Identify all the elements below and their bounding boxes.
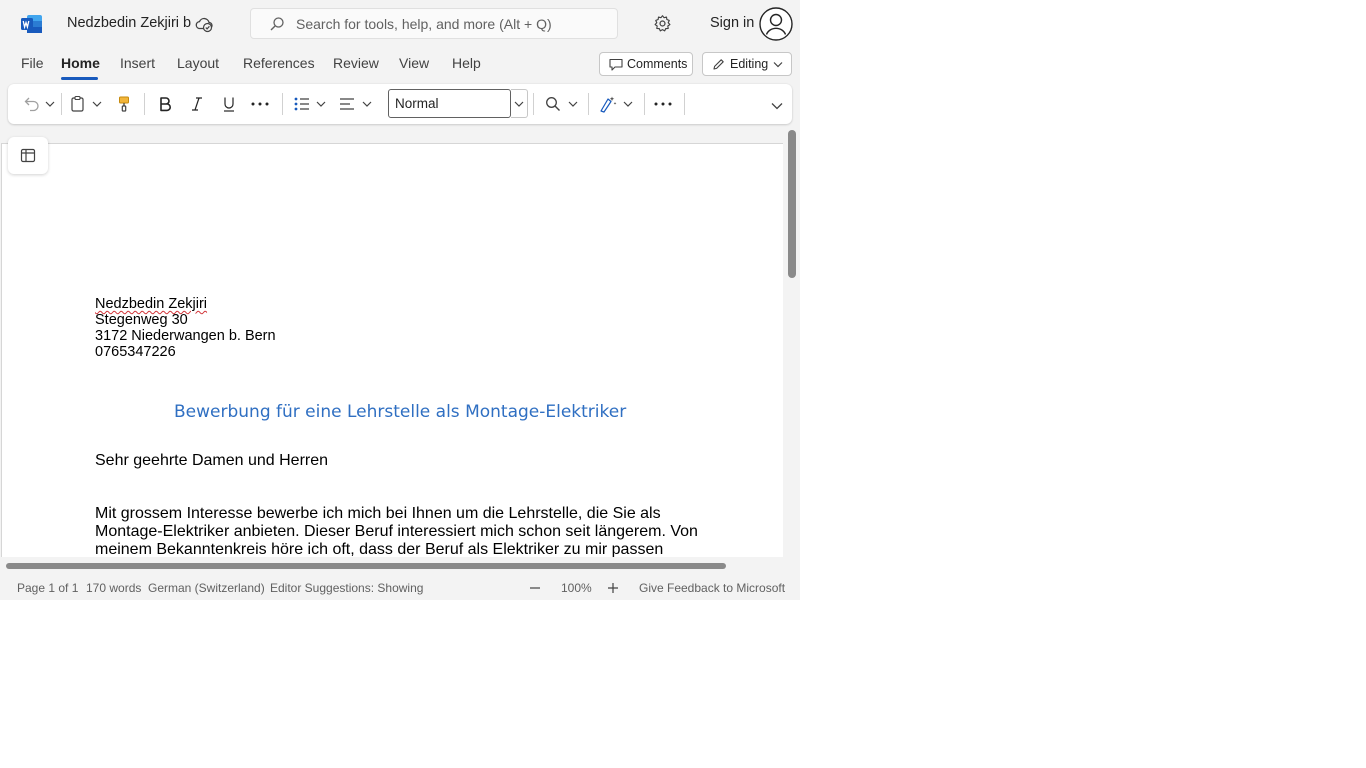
more-icon[interactable] (250, 95, 270, 113)
style-select[interactable]: Normal (388, 89, 511, 118)
editing-label: Editing (730, 57, 769, 71)
word-logo-icon[interactable] (21, 14, 43, 34)
document-heading[interactable]: Bewerbung für eine Lehrstelle als Montag… (174, 402, 626, 422)
tab-references[interactable]: References (243, 55, 315, 71)
minus-icon[interactable] (528, 581, 542, 595)
search-placeholder: Search for tools, help, and more (Alt + … (296, 16, 552, 32)
tab-file[interactable]: File (21, 55, 44, 71)
tab-home[interactable]: Home (61, 55, 100, 71)
chevron-down-icon[interactable] (623, 95, 633, 113)
ribbon-toolbar: Normal (8, 84, 792, 124)
avatar-icon[interactable] (759, 7, 793, 41)
format-painter-icon[interactable] (115, 95, 133, 113)
body-line[interactable]: meinem Bekanntenkreis höre ich oft, dass… (95, 541, 663, 557)
plus-icon[interactable] (606, 581, 620, 595)
document-title[interactable]: Nedzbedin Zekjiri b (67, 15, 191, 31)
chevron-down-icon[interactable] (316, 95, 326, 113)
address-line[interactable]: Stegenweg 30 (95, 312, 188, 328)
word-count[interactable]: 170 words (86, 581, 141, 595)
comments-button[interactable]: Comments (599, 52, 693, 76)
chevron-down-icon[interactable] (92, 95, 102, 113)
address-phone: 0765347226 (95, 344, 176, 360)
horizontal-scrollbar[interactable] (6, 563, 726, 569)
navigation-pane-button[interactable] (8, 137, 48, 174)
chevron-down-icon[interactable] (45, 95, 55, 113)
bold-icon[interactable] (156, 95, 174, 113)
address-line[interactable]: 3172 Niederwangen b. Bern (95, 328, 276, 344)
search-icon (270, 17, 284, 31)
word-app: Nedzbedin Zekjiri b Search for tools, he… (0, 0, 800, 600)
address-name: Nedzbedin Zekjiri (95, 296, 208, 312)
editor-suggestions[interactable]: Editor Suggestions: Showing (270, 581, 423, 595)
chevron-down-icon[interactable] (568, 95, 578, 113)
find-icon[interactable] (544, 95, 562, 113)
align-icon[interactable] (338, 95, 356, 113)
cloud-sync-icon[interactable] (194, 14, 214, 34)
gear-icon[interactable] (653, 14, 672, 33)
page-count[interactable]: Page 1 of 1 (17, 581, 78, 595)
chevron-down-icon[interactable] (362, 95, 372, 113)
chevron-down-icon (773, 62, 783, 68)
separator (282, 93, 283, 115)
chevron-down-icon (514, 101, 524, 107)
style-dropdown-button[interactable] (511, 89, 528, 118)
separator (644, 93, 645, 115)
undo-icon[interactable] (23, 95, 41, 113)
language-status[interactable]: German (Switzerland) (148, 581, 265, 595)
underline-icon[interactable] (220, 95, 238, 113)
title-bar: Nedzbedin Zekjiri b Search for tools, he… (0, 0, 800, 48)
nav-pane-icon (20, 148, 36, 163)
bullets-icon[interactable] (293, 95, 311, 113)
separator (144, 93, 145, 115)
pencil-icon (713, 59, 724, 70)
separator (533, 93, 534, 115)
separator (61, 93, 62, 115)
tab-help[interactable]: Help (452, 55, 481, 71)
active-tab-indicator (61, 77, 98, 80)
tab-layout[interactable]: Layout (177, 55, 219, 71)
tab-insert[interactable]: Insert (120, 55, 155, 71)
address-line[interactable]: 0765347226 (95, 344, 176, 360)
separator (588, 93, 589, 115)
salutation[interactable]: Sehr geehrte Damen und Herren (95, 452, 328, 470)
comments-label: Comments (627, 57, 688, 71)
feedback-link[interactable]: Give Feedback to Microsoft (639, 581, 785, 595)
italic-icon[interactable] (188, 95, 206, 113)
more-icon[interactable] (653, 95, 673, 113)
address-line[interactable]: Nedzbedin Zekjiri (95, 296, 207, 312)
tab-view[interactable]: View (399, 55, 429, 71)
separator (684, 93, 685, 115)
comment-icon (609, 58, 623, 71)
vertical-scrollbar[interactable] (788, 130, 796, 278)
address-street: Stegenweg 30 (95, 312, 188, 328)
style-value: Normal (395, 96, 439, 111)
address-city: 3172 Niederwangen b. Bern (95, 328, 276, 344)
editing-mode-button[interactable]: Editing (702, 52, 792, 76)
sign-in-link[interactable]: Sign in (710, 15, 754, 31)
zoom-level[interactable]: 100% (561, 581, 592, 595)
body-line[interactable]: Montage-Elektriker anbieten. Dieser Beru… (95, 523, 698, 541)
body-line[interactable]: Mit grossem Interesse bewerbe ich mich b… (95, 505, 661, 523)
status-bar: Page 1 of 1 170 words German (Switzerlan… (0, 577, 800, 600)
search-box[interactable]: Search for tools, help, and more (Alt + … (250, 8, 618, 39)
clipboard-icon[interactable] (69, 95, 87, 113)
designer-icon[interactable] (599, 95, 617, 113)
chevron-down-icon[interactable] (770, 99, 784, 113)
tab-review[interactable]: Review (333, 55, 379, 71)
